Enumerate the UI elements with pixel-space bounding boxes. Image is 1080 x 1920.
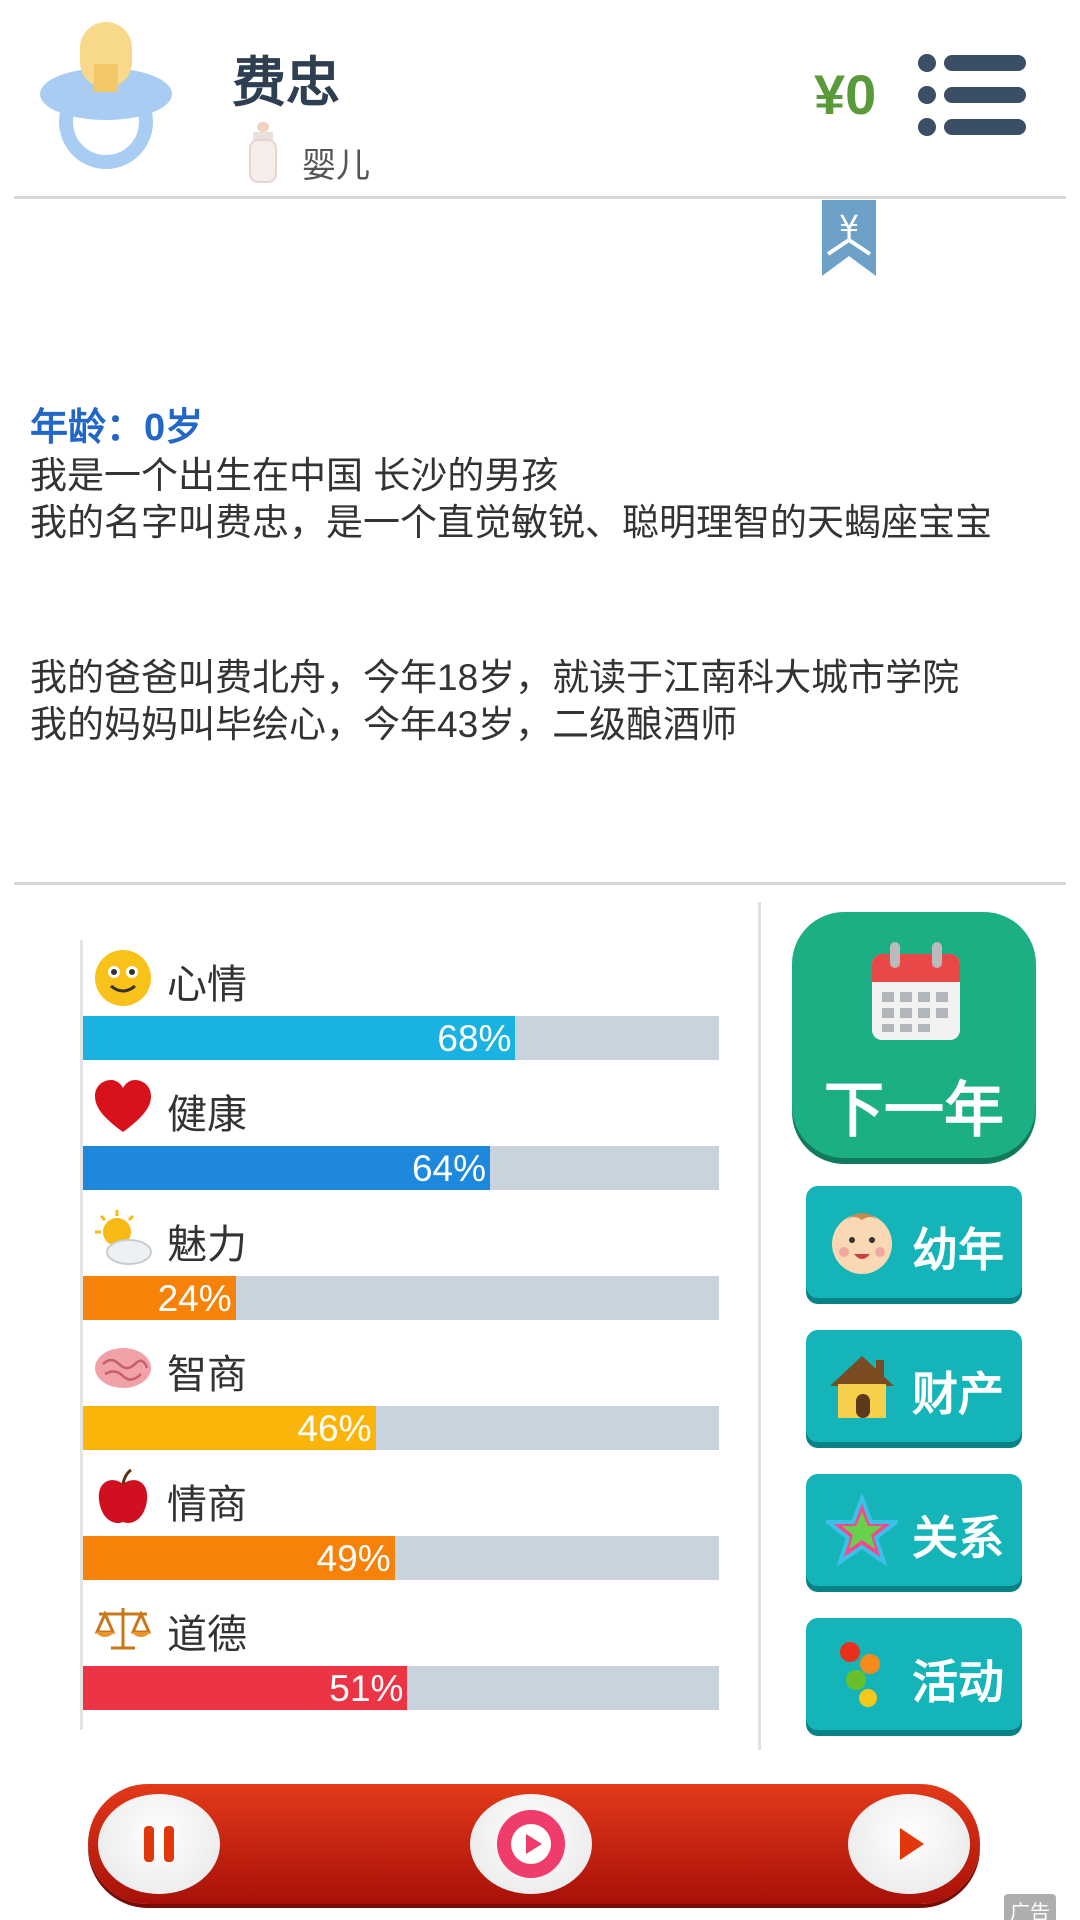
house-icon bbox=[830, 1356, 894, 1418]
childhood-button[interactable]: 幼年 bbox=[806, 1186, 1022, 1298]
play-icon bbox=[900, 1828, 924, 1860]
life-stage-label: 婴儿 bbox=[302, 147, 370, 185]
story-divider bbox=[14, 882, 1066, 885]
stat-mood: 心情 68% bbox=[83, 940, 720, 1070]
stat-bar-fill: 24% bbox=[83, 1276, 236, 1320]
stat-bar: 68% bbox=[83, 1016, 719, 1060]
stat-label: 心情 bbox=[167, 963, 247, 1007]
property-button[interactable]: 财产 bbox=[806, 1330, 1022, 1442]
stat-label: 智商 bbox=[167, 1353, 247, 1397]
stat-bar-fill: 68% bbox=[83, 1016, 516, 1060]
header: 费忠 婴儿 ¥0 bbox=[0, 0, 1080, 196]
relations-label: 关系 bbox=[912, 1512, 1004, 1564]
pacifier-icon bbox=[40, 22, 172, 169]
brain-icon bbox=[95, 1348, 151, 1388]
stat-bar: 64% bbox=[83, 1146, 719, 1190]
bookmark-symbol: ¥ bbox=[839, 208, 859, 246]
story-line-mother: 我的妈妈叫毕绘心，今年43岁，二级酿酒师 bbox=[30, 704, 738, 745]
calendar-icon bbox=[872, 942, 960, 1040]
stat-label: 健康 bbox=[167, 1093, 247, 1137]
record-button[interactable] bbox=[470, 1794, 592, 1894]
baby-bottle-icon bbox=[249, 122, 277, 183]
property-label: 财产 bbox=[912, 1368, 1004, 1420]
stats-panel: 心情 68% 健康 64% 魅力 24% 智商 46% 情商 49% 道德 51… bbox=[80, 940, 720, 1730]
stat-iq: 智商 46% bbox=[83, 1330, 720, 1460]
star-icon bbox=[826, 1494, 898, 1566]
stat-bar-fill: 49% bbox=[83, 1536, 395, 1580]
media-player-bar bbox=[88, 1784, 980, 1904]
activity-dots-icon bbox=[840, 1642, 880, 1707]
age-line: 年龄：0岁 bbox=[30, 407, 204, 449]
stat-charm: 魅力 24% bbox=[83, 1200, 720, 1330]
pause-button[interactable] bbox=[98, 1794, 220, 1894]
relations-button[interactable]: 关系 bbox=[806, 1474, 1022, 1586]
stat-bar: 49% bbox=[83, 1536, 719, 1580]
stat-bar-fill: 51% bbox=[83, 1666, 408, 1710]
menu-icon[interactable] bbox=[918, 54, 1026, 136]
heart-icon bbox=[95, 1080, 151, 1132]
pause-icon bbox=[144, 1826, 174, 1862]
play-button[interactable] bbox=[848, 1794, 970, 1894]
stat-bar: 46% bbox=[83, 1406, 719, 1450]
ad-label: 广告 bbox=[1004, 1894, 1056, 1920]
stat-percent: 46% bbox=[297, 1408, 372, 1449]
money-display: ¥0 bbox=[814, 63, 877, 126]
activity-button[interactable]: 活动 bbox=[806, 1618, 1022, 1730]
stat-bar: 24% bbox=[83, 1276, 719, 1320]
sun-cloud-icon bbox=[95, 1210, 152, 1265]
header-divider bbox=[14, 196, 1066, 199]
story-text: 年龄：0岁 我是一个出生在中国 长沙的男孩 我的名字叫费忠，是一个直觉敏锐、聪明… bbox=[30, 405, 1050, 748]
record-icon bbox=[497, 1810, 565, 1878]
story-line-birth: 我是一个出生在中国 长沙的男孩 bbox=[30, 455, 559, 496]
player-name: 费忠 bbox=[232, 53, 340, 113]
scales-icon bbox=[94, 1608, 152, 1650]
childhood-label: 幼年 bbox=[912, 1224, 1004, 1276]
stat-bar: 51% bbox=[83, 1666, 719, 1710]
stat-label: 情商 bbox=[167, 1483, 247, 1527]
stat-label: 魅力 bbox=[167, 1223, 247, 1267]
stat-percent: 64% bbox=[411, 1148, 487, 1189]
stat-label: 道德 bbox=[167, 1613, 247, 1657]
stat-percent: 24% bbox=[157, 1278, 232, 1319]
story-line-name: 我的名字叫费忠，是一个直觉敏锐、聪明理智的天蝎座宝宝 bbox=[30, 502, 992, 543]
activity-label: 活动 bbox=[912, 1656, 1004, 1708]
stat-morality: 道德 51% bbox=[83, 1590, 720, 1720]
story-line-father: 我的爸爸叫费北舟，今年18岁，就读于江南科大城市学院 bbox=[30, 657, 960, 698]
column-divider bbox=[758, 902, 761, 1750]
stat-percent: 68% bbox=[437, 1018, 512, 1059]
stat-eq: 情商 49% bbox=[83, 1460, 720, 1590]
money-bookmark-icon[interactable]: ¥ bbox=[820, 200, 878, 278]
apple-icon bbox=[98, 1468, 148, 1524]
next-year-label: 下一年 bbox=[824, 1077, 1004, 1144]
stat-percent: 51% bbox=[329, 1668, 404, 1709]
stat-bar-fill: 46% bbox=[83, 1406, 376, 1450]
stat-percent: 49% bbox=[316, 1538, 391, 1579]
stat-bar-fill: 64% bbox=[83, 1146, 491, 1190]
next-year-button[interactable]: 下一年 bbox=[792, 912, 1036, 1158]
stat-health: 健康 64% bbox=[83, 1070, 720, 1200]
smiley-icon bbox=[95, 950, 151, 1006]
baby-face-icon bbox=[832, 1213, 892, 1274]
